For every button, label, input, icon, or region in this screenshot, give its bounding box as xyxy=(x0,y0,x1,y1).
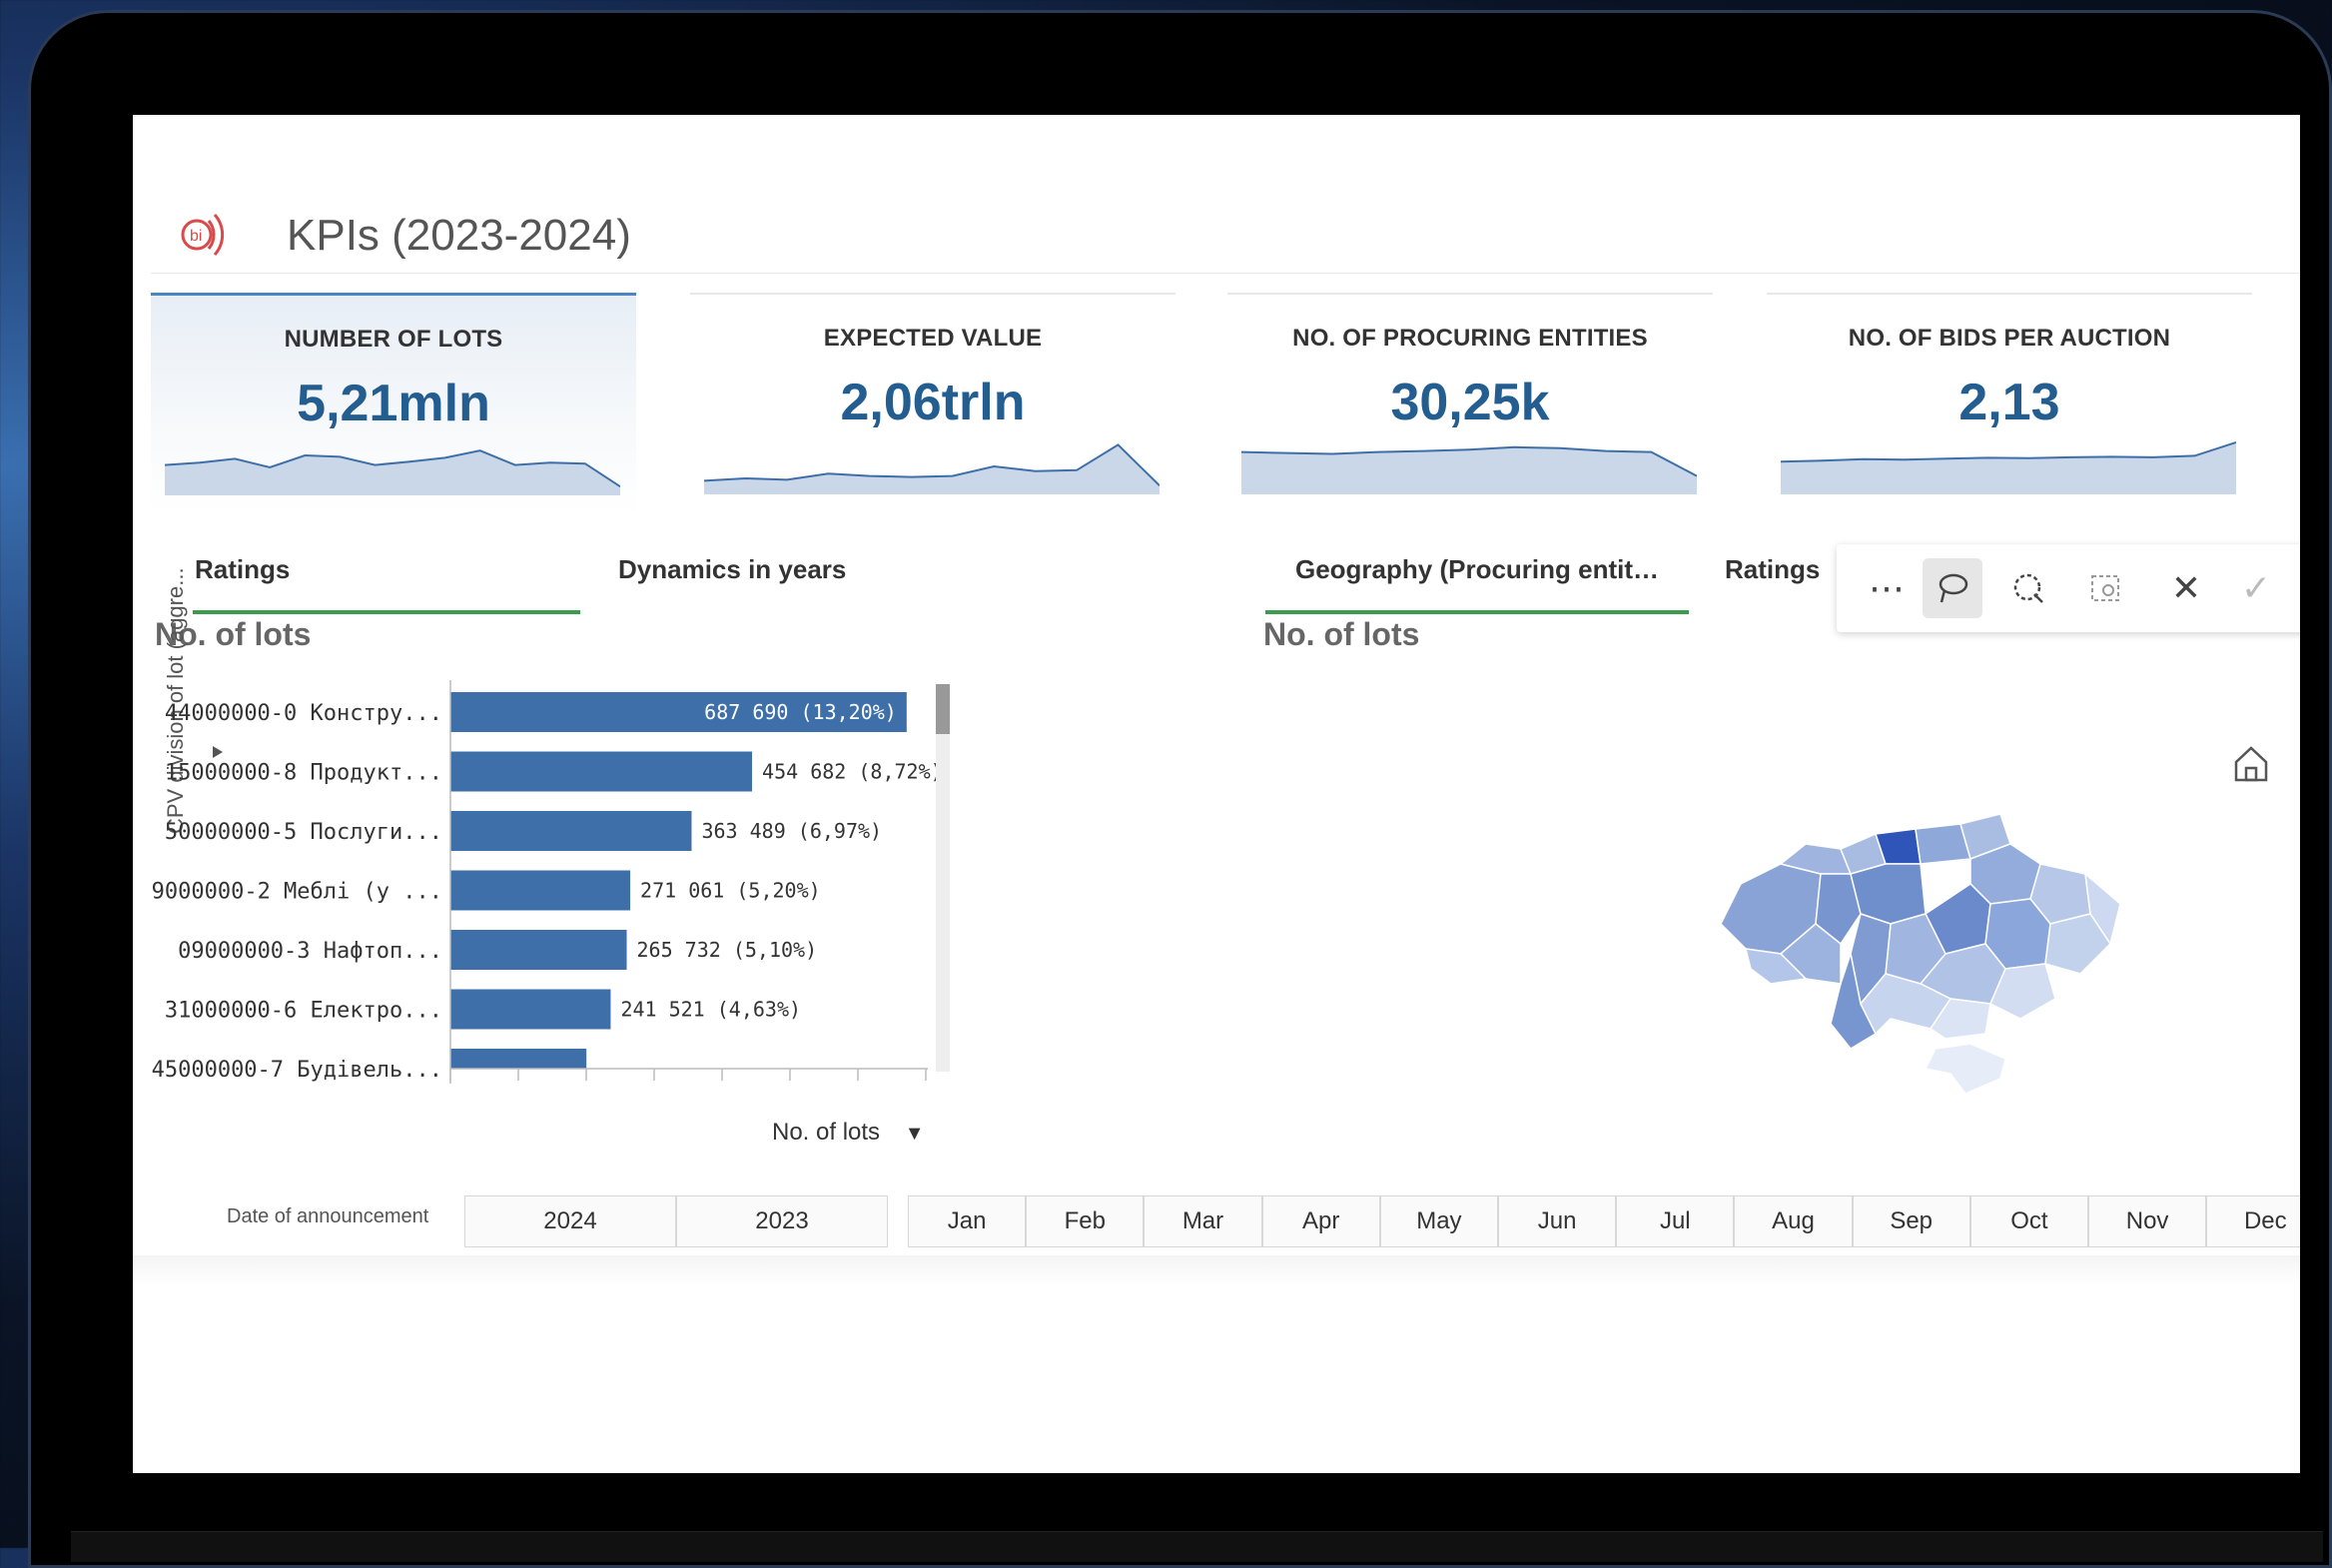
kpi-label: NO. OF PROCURING ENTITIES xyxy=(1292,325,1648,352)
tab-ratings-left[interactable]: Ratings xyxy=(193,554,580,614)
category-label: 31000000-6 Електро... xyxy=(165,999,442,1024)
map-region xyxy=(1924,1043,2006,1095)
kpi-sparkline xyxy=(1241,445,1697,494)
kpi-card-procuring-entities[interactable]: NO. OF PROCURING ENTITIES 30,25k xyxy=(1227,293,1713,514)
bi-logo-icon: bi xyxy=(181,214,225,256)
month-feb[interactable]: Feb xyxy=(1026,1195,1145,1247)
measure-label: No. of lots xyxy=(772,1119,881,1146)
bar xyxy=(450,811,692,851)
expand-arrow-icon xyxy=(213,746,223,758)
data-label: 271 061 (5,20%) xyxy=(640,879,821,903)
sparkline-area xyxy=(165,450,620,495)
category-label: 09000000-3 Нафтоп... xyxy=(178,939,442,964)
circle-select-icon[interactable] xyxy=(1998,558,2058,618)
scrollbar-thumb xyxy=(936,684,950,734)
dashboard-screen: bi KPIs (2023-2024) NUMBER OF LOTS 5,21m… xyxy=(133,115,2300,1473)
data-label: 454 682 (8,72%) xyxy=(762,760,943,784)
scroll-clip xyxy=(450,1069,950,1114)
tab-geography[interactable]: Geography (Procuring entit… xyxy=(1265,554,1689,614)
kpi-sparkline xyxy=(165,449,620,495)
year-2024[interactable]: 2024 xyxy=(464,1195,676,1247)
filter-bar-shadow xyxy=(133,1255,2300,1285)
page-title: KPIs (2023-2024) xyxy=(287,211,631,260)
dropdown-arrow-icon: ▼ xyxy=(904,1123,925,1145)
kpi-card-bids-per-auction[interactable]: NO. OF BIDS PER AUCTION 2,13 xyxy=(1767,293,2252,514)
year-2023[interactable]: 2023 xyxy=(676,1195,888,1247)
laptop-bottom-bezel xyxy=(71,1531,2323,1562)
kpi-label: NO. OF BIDS PER AUCTION xyxy=(1848,325,2171,352)
month-jul[interactable]: Jul xyxy=(1616,1195,1735,1247)
month-dec[interactable]: Dec xyxy=(2206,1195,2300,1247)
sparkline-area xyxy=(1781,442,2236,494)
kpi-card-expected-value[interactable]: EXPECTED VALUE 2,06trln xyxy=(690,293,1175,514)
kpi-label: NUMBER OF LOTS xyxy=(284,326,503,353)
month-sep[interactable]: Sep xyxy=(1852,1195,1970,1247)
category-label: 39000000-2 Меблі (у ... xyxy=(151,880,442,905)
measure-selector[interactable]: No. of lots ▼ xyxy=(772,1119,925,1147)
month-nov[interactable]: Nov xyxy=(2088,1195,2207,1247)
ukraine-choropleth-map[interactable] xyxy=(1711,804,2130,1104)
bar xyxy=(450,989,611,1030)
month-may[interactable]: May xyxy=(1379,1195,1498,1247)
kpi-value: 30,25k xyxy=(1390,374,1550,431)
clear-selection-icon[interactable] xyxy=(2076,558,2136,618)
tab-label: Geography (Procuring entit… xyxy=(1294,554,1660,584)
sparkline-area xyxy=(704,444,1160,494)
check-icon[interactable]: ✓ xyxy=(2226,558,2286,618)
svg-text:bi: bi xyxy=(190,228,202,245)
data-label: 363 489 (6,97%) xyxy=(701,819,882,843)
month-mar[interactable]: Mar xyxy=(1144,1195,1262,1247)
bar xyxy=(450,930,627,970)
kpi-value: 2,13 xyxy=(1958,374,2060,431)
selection-toolbar: ⋯ ✕ ✓ xyxy=(1837,544,2300,632)
scrollbar-track xyxy=(936,684,950,1072)
more-icon[interactable]: ⋯ xyxy=(1857,558,1917,618)
tab-dynamics-in-years[interactable]: Dynamics in years xyxy=(618,554,846,596)
lasso-icon[interactable] xyxy=(1923,558,1982,618)
bar xyxy=(450,751,753,792)
category-label: 15000000-8 Продукт... xyxy=(165,761,442,786)
tab-label: Ratings xyxy=(195,554,291,584)
data-label: 265 732 (5,10%) xyxy=(637,938,818,962)
right-panel-title: No. of lots xyxy=(1263,616,1420,652)
kpi-sparkline xyxy=(1781,441,2236,494)
date-filter-label: Date of announcement xyxy=(227,1205,429,1227)
data-label: 687 690 (13,20%) xyxy=(704,700,897,724)
month-jan[interactable]: Jan xyxy=(908,1195,1027,1247)
month-jun[interactable]: Jun xyxy=(1498,1195,1617,1247)
bar-chart[interactable]: 44000000-0 Констру... 687 690 (13,20%) 150… xyxy=(151,674,1259,1114)
kpi-card-number-of-lots[interactable]: NUMBER OF LOTS 5,21mln xyxy=(151,293,636,514)
month-apr[interactable]: Apr xyxy=(1261,1195,1380,1247)
category-label: 44000000-0 Констру... xyxy=(165,701,442,726)
tab-ratings-right[interactable]: Ratings xyxy=(1725,554,1820,596)
kpi-label: EXPECTED VALUE xyxy=(823,325,1043,352)
month-oct[interactable]: Oct xyxy=(1969,1195,2088,1247)
close-icon[interactable]: ✕ xyxy=(2156,558,2216,618)
kpi-value: 5,21mln xyxy=(297,375,490,432)
home-icon[interactable] xyxy=(2230,742,2272,784)
data-label: 241 521 (4,63%) xyxy=(620,998,801,1022)
category-label: 45000000-7 Будівель... xyxy=(152,1058,442,1083)
month-aug[interactable]: Aug xyxy=(1734,1195,1853,1247)
bar xyxy=(450,870,631,911)
kpi-value: 2,06trln xyxy=(840,374,1026,431)
header-divider xyxy=(151,273,2300,274)
kpi-sparkline xyxy=(704,443,1160,494)
category-label: 50000000-5 Послуги... xyxy=(165,820,442,845)
laptop-frame: bi KPIs (2023-2024) NUMBER OF LOTS 5,21m… xyxy=(28,10,2332,1568)
